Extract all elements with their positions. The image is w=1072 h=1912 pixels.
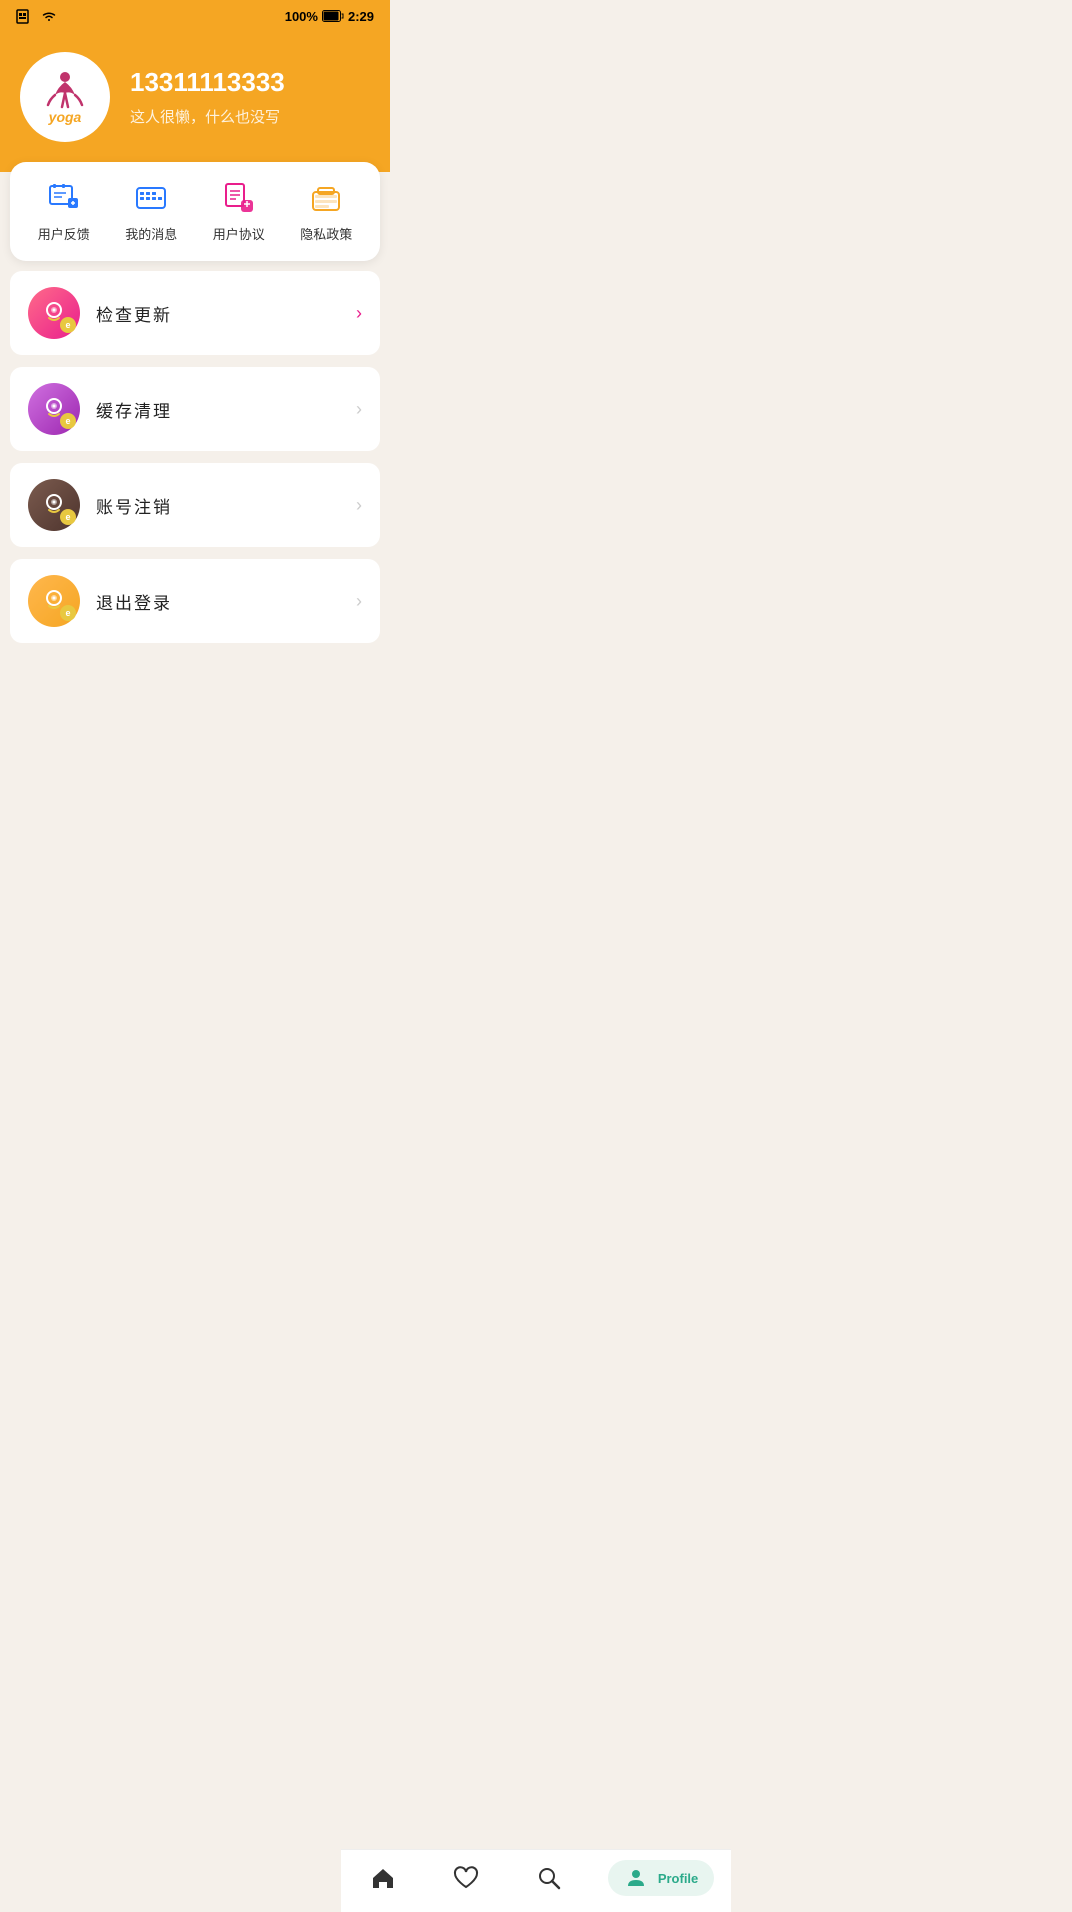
coin-badge-4: e [60,605,76,621]
time-display: 2:29 [348,9,374,24]
logout-arrow: › [356,591,362,612]
menu-item-cache-clear[interactable]: e 缓存清理 › [10,367,380,451]
menu-list: e 检查更新 › e 缓存清理 › e 账号注 [0,271,390,755]
quick-actions-card: 用户反馈 我的消息 [10,162,380,261]
logout-icon-wrap: e [28,575,80,627]
nav-profile[interactable]: Profile [608,1860,714,1896]
battery-icon [322,10,344,22]
profile-phone: 13311113333 [130,67,285,98]
wifi-icon [40,9,58,23]
status-right-info: 100% 2:29 [285,9,374,24]
nav-search[interactable] [524,1861,574,1895]
yoga-logo-icon [40,69,90,113]
coin-badge-3: e [60,509,76,525]
cache-clear-arrow: › [356,399,362,420]
header-banner: yoga 13311113333 这人很懒，什么也没写 [0,32,390,172]
profile-nav-label: Profile [658,1871,698,1886]
heart-nav-icon [453,1865,479,1891]
nav-favorites[interactable] [441,1861,491,1895]
bottom-nav: Profile [341,1849,731,1912]
menu-item-logout[interactable]: e 退出登录 › [10,559,380,643]
yoga-label: yoga [49,109,82,125]
avatar[interactable]: yoga [20,52,110,142]
coin-badge-2: e [60,413,76,429]
coin-badge: e [60,317,76,333]
cache-clear-text: 缓存清理 [96,397,340,422]
privacy-icon [306,180,346,216]
agreement-label: 用户协议 [213,224,265,243]
agreement-icon [219,180,259,216]
profile-bio: 这人很懒，什么也没写 [130,106,285,127]
check-update-icon-wrap: e [28,287,80,339]
nav-home[interactable] [358,1861,408,1895]
status-left-icons [16,8,58,24]
search-nav-icon [536,1865,562,1891]
privacy-label: 隐私政策 [300,224,352,243]
account-cancel-arrow: › [356,495,362,516]
person-nav-icon [624,1866,648,1890]
cache-clear-icon-wrap: e [28,383,80,435]
account-cancel-text: 账号注销 [96,493,340,518]
feedback-label: 用户反馈 [38,224,90,243]
quick-action-privacy[interactable]: 隐私政策 [300,180,352,243]
quick-action-feedback[interactable]: 用户反馈 [38,180,90,243]
menu-item-check-update[interactable]: e 检查更新 › [10,271,380,355]
messages-label: 我的消息 [125,224,177,243]
quick-action-messages[interactable]: 我的消息 [125,180,177,243]
feedback-icon [44,180,84,216]
sim-icon [16,8,34,24]
profile-info: 13311113333 这人很懒，什么也没写 [130,67,285,127]
messages-icon [131,180,171,216]
home-nav-icon [370,1865,396,1891]
battery-percent: 100% [285,9,318,24]
status-bar: 100% 2:29 [0,0,390,32]
account-cancel-icon-wrap: e [28,479,80,531]
menu-item-account-cancel[interactable]: e 账号注销 › [10,463,380,547]
check-update-arrow: › [356,303,362,324]
logout-text: 退出登录 [96,589,340,614]
check-update-text: 检查更新 [96,301,340,326]
quick-action-agreement[interactable]: 用户协议 [213,180,265,243]
